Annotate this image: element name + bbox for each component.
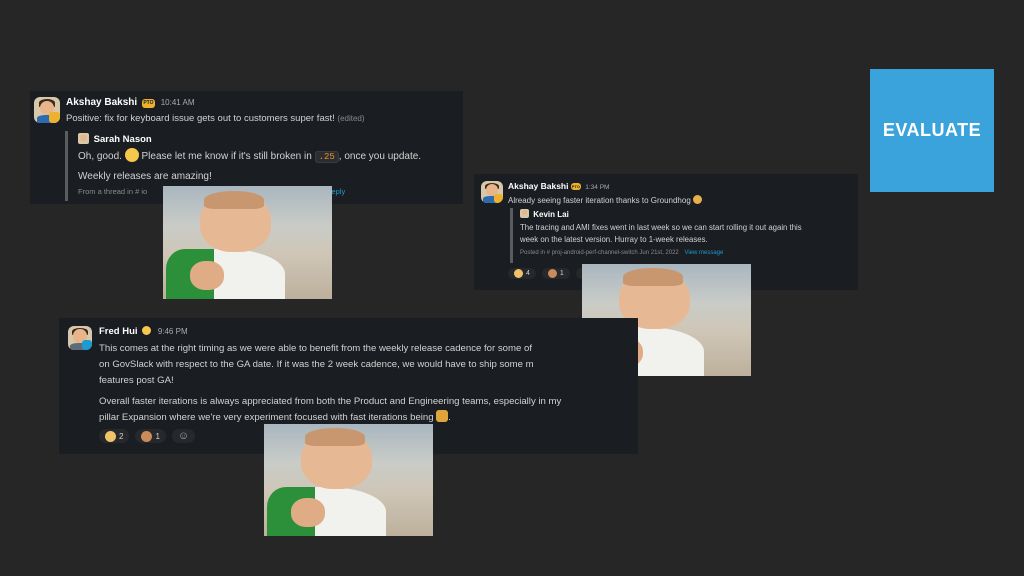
quote-text-end: , once you update.	[338, 151, 422, 162]
message-paragraph-1-line-3: features post GA!	[99, 375, 174, 386]
reaction-count: 4	[526, 270, 530, 277]
avatar	[481, 181, 503, 203]
reaction-pill[interactable]: 1	[541, 268, 570, 279]
thread-meta: From a thread in # io	[78, 187, 148, 196]
folded-hands-emoji	[693, 195, 703, 204]
posted-in-meta: Posted in # proj-android-perf-channel-sw…	[520, 250, 679, 256]
avatar	[520, 209, 529, 218]
reaction-pill[interactable]: 1	[135, 429, 166, 443]
edited-label: (edited)	[337, 114, 365, 123]
quote-line-2: week on the latest version. Hurray to 1-…	[520, 235, 708, 244]
quoted-message: Kevin Lai The tracing and AMI fixes went…	[510, 208, 853, 263]
author-name[interactable]: Akshay Bakshi	[508, 181, 568, 191]
evaluate-badge: EVALUATE	[870, 69, 994, 192]
avatar	[34, 97, 60, 123]
message-paragraph-2-end: .	[448, 412, 451, 423]
quote-text-before: Oh, good.	[78, 151, 122, 162]
status-emoji	[142, 326, 152, 335]
pto-status-icon: PTO	[141, 99, 155, 108]
raised-hands-emoji	[105, 430, 116, 442]
message-paragraph-2-line-2: pillar Expansion where we're very experi…	[99, 412, 434, 423]
party-emoji	[141, 430, 153, 442]
message-paragraph-1-line-2: on GovSlack with respect to the GA date.…	[99, 359, 534, 370]
timestamp[interactable]: 1:34 PM	[585, 184, 609, 191]
quote-line-1: The tracing and AMI fixes went in last w…	[520, 223, 802, 232]
author-name[interactable]: Fred Hui	[99, 326, 138, 337]
reaction-count: 1	[559, 270, 564, 277]
view-message-link[interactable]: View message	[684, 250, 723, 256]
quote-author-name[interactable]: Sarah Nason	[94, 134, 152, 145]
message-paragraph-2-line-1: Overall faster iterations is always appr…	[99, 396, 562, 407]
message-text: Already seeing faster iteration thanks t…	[508, 196, 691, 205]
message-text: Positive: fix for keyboard issue gets ou…	[66, 113, 335, 124]
avatar	[78, 133, 89, 144]
add-reaction-icon: ☺	[177, 430, 190, 442]
timestamp[interactable]: 9:46 PM	[158, 327, 188, 336]
quote-author-name[interactable]: Kevin Lai	[533, 210, 569, 219]
avatar	[68, 326, 92, 350]
success-kid-image	[264, 424, 433, 536]
reaction-pill[interactable]: 2	[99, 429, 130, 443]
relieved-face-emoji	[124, 148, 139, 162]
reaction-count: 1	[155, 431, 160, 441]
party-emoji	[547, 269, 557, 278]
timestamp[interactable]: 10:41 AM	[161, 98, 195, 107]
raised-hands-emoji	[514, 269, 523, 278]
reactions: 2 1 ☺	[99, 429, 196, 443]
reaction-count: 2	[119, 431, 124, 441]
quote-line-2: Weekly releases are amazing!	[78, 171, 212, 182]
version-code: .25	[314, 151, 339, 163]
reaction-pill[interactable]: 4	[508, 268, 536, 279]
success-kid-image	[163, 186, 332, 299]
key-emoji	[436, 410, 449, 422]
author-name[interactable]: Akshay Bakshi	[66, 97, 137, 108]
quote-text-after: Please let me know if it's still broken …	[141, 151, 312, 162]
message-paragraph-1-line-1: This comes at the right timing as we wer…	[99, 343, 532, 354]
pto-status-icon: PTO	[570, 183, 581, 190]
add-reaction-button[interactable]: ☺	[171, 429, 196, 443]
